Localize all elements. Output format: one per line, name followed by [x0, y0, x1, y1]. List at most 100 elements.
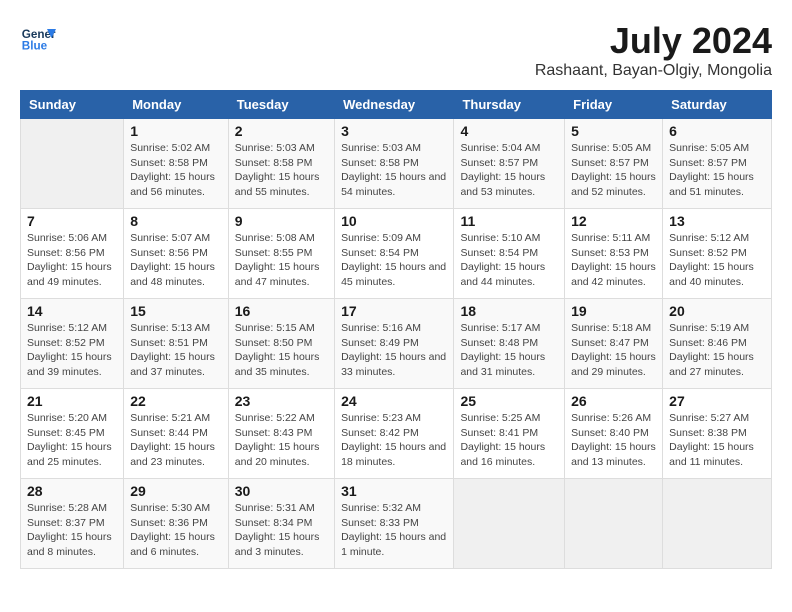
- cell-content: Sunrise: 5:08 AMSunset: 8:55 PMDaylight:…: [235, 231, 328, 290]
- calendar-cell: 5 Sunrise: 5:05 AMSunset: 8:57 PMDaylight…: [565, 119, 663, 209]
- day-number: 9: [235, 213, 328, 229]
- cell-content: Sunrise: 5:27 AMSunset: 8:38 PMDaylight:…: [669, 411, 765, 470]
- col-header-sunday: Sunday: [21, 91, 124, 119]
- calendar-cell: 6Sunrise: 5:05 AMSunset: 8:57 PMDaylight…: [663, 119, 772, 209]
- cell-content: Sunrise: 5:18 AMSunset: 8:47 PMDaylight:…: [571, 321, 656, 380]
- day-number: 18: [460, 303, 558, 319]
- calendar-table: SundayMondayTuesdayWednesdayThursdayFrid…: [20, 90, 772, 569]
- day-number: 13: [669, 213, 765, 229]
- calendar-cell: 9 Sunrise: 5:08 AMSunset: 8:55 PMDaylight…: [228, 209, 334, 299]
- day-number: 7: [27, 213, 117, 229]
- calendar-cell: 1 Sunrise: 5:02 AMSunset: 8:58 PMDaylight…: [124, 119, 229, 209]
- day-number: 26: [571, 393, 656, 409]
- calendar-cell: 25 Sunrise: 5:25 AMSunset: 8:41 PMDayligh…: [454, 389, 565, 479]
- day-number: 21: [27, 393, 117, 409]
- day-number: 28: [27, 483, 117, 499]
- cell-content: Sunrise: 5:26 AMSunset: 8:40 PMDaylight:…: [571, 411, 656, 470]
- cell-content: Sunrise: 5:25 AMSunset: 8:41 PMDaylight:…: [460, 411, 558, 470]
- cell-content: Sunrise: 5:15 AMSunset: 8:50 PMDaylight:…: [235, 321, 328, 380]
- day-number: 12: [571, 213, 656, 229]
- day-number: 16: [235, 303, 328, 319]
- cell-content: Sunrise: 5:13 AMSunset: 8:51 PMDaylight:…: [130, 321, 222, 380]
- calendar-cell: 29 Sunrise: 5:30 AMSunset: 8:36 PMDayligh…: [124, 479, 229, 569]
- calendar-cell: 19 Sunrise: 5:18 AMSunset: 8:47 PMDayligh…: [565, 299, 663, 389]
- cell-content: Sunrise: 5:03 AMSunset: 8:58 PMDaylight:…: [235, 141, 328, 200]
- day-number: 22: [130, 393, 222, 409]
- cell-content: Sunrise: 5:09 AMSunset: 8:54 PMDaylight:…: [341, 231, 447, 290]
- calendar-cell: 14Sunrise: 5:12 AMSunset: 8:52 PMDayligh…: [21, 299, 124, 389]
- col-header-monday: Monday: [124, 91, 229, 119]
- day-number: 19: [571, 303, 656, 319]
- cell-content: Sunrise: 5:28 AMSunset: 8:37 PMDaylight:…: [27, 501, 117, 560]
- col-header-wednesday: Wednesday: [335, 91, 454, 119]
- calendar-cell: 20Sunrise: 5:19 AMSunset: 8:46 PMDayligh…: [663, 299, 772, 389]
- calendar-cell: 10 Sunrise: 5:09 AMSunset: 8:54 PMDayligh…: [335, 209, 454, 299]
- calendar-cell: 17 Sunrise: 5:16 AMSunset: 8:49 PMDayligh…: [335, 299, 454, 389]
- week-row-4: 21 Sunrise: 5:20 AMSunset: 8:45 PMDayligh…: [21, 389, 772, 479]
- week-row-1: 1 Sunrise: 5:02 AMSunset: 8:58 PMDaylight…: [21, 119, 772, 209]
- calendar-cell: 7 Sunrise: 5:06 AMSunset: 8:56 PMDaylight…: [21, 209, 124, 299]
- col-header-thursday: Thursday: [454, 91, 565, 119]
- cell-content: Sunrise: 5:12 AMSunset: 8:52 PMDaylight:…: [669, 231, 765, 290]
- calendar-cell: 22 Sunrise: 5:21 AMSunset: 8:44 PMDayligh…: [124, 389, 229, 479]
- calendar-cell: 11 Sunrise: 5:10 AMSunset: 8:54 PMDayligh…: [454, 209, 565, 299]
- cell-content: Sunrise: 5:32 AMSunset: 8:33 PMDaylight:…: [341, 501, 447, 560]
- calendar-cell: 3Sunrise: 5:03 AMSunset: 8:58 PMDaylight…: [335, 119, 454, 209]
- day-number: 10: [341, 213, 447, 229]
- day-number: 17: [341, 303, 447, 319]
- week-row-5: 28 Sunrise: 5:28 AMSunset: 8:37 PMDayligh…: [21, 479, 772, 569]
- day-number: 3: [341, 123, 447, 139]
- cell-content: Sunrise: 5:17 AMSunset: 8:48 PMDaylight:…: [460, 321, 558, 380]
- cell-content: Sunrise: 5:20 AMSunset: 8:45 PMDaylight:…: [27, 411, 117, 470]
- day-number: 11: [460, 213, 558, 229]
- location: Rashaant, Bayan-Olgiy, Mongolia: [535, 62, 772, 80]
- calendar-cell: 26 Sunrise: 5:26 AMSunset: 8:40 PMDayligh…: [565, 389, 663, 479]
- calendar-cell: 15 Sunrise: 5:13 AMSunset: 8:51 PMDayligh…: [124, 299, 229, 389]
- cell-content: Sunrise: 5:05 AMSunset: 8:57 PMDaylight:…: [571, 141, 656, 200]
- day-number: 29: [130, 483, 222, 499]
- page-header: General Blue July 2024 Rashaant, Bayan-O…: [20, 20, 772, 80]
- cell-content: Sunrise: 5:04 AMSunset: 8:57 PMDaylight:…: [460, 141, 558, 200]
- cell-content: Sunrise: 5:06 AMSunset: 8:56 PMDaylight:…: [27, 231, 117, 290]
- calendar-cell: 4 Sunrise: 5:04 AMSunset: 8:57 PMDaylight…: [454, 119, 565, 209]
- calendar-cell: [663, 479, 772, 569]
- day-number: 5: [571, 123, 656, 139]
- day-number: 25: [460, 393, 558, 409]
- cell-content: Sunrise: 5:10 AMSunset: 8:54 PMDaylight:…: [460, 231, 558, 290]
- cell-content: Sunrise: 5:02 AMSunset: 8:58 PMDaylight:…: [130, 141, 222, 200]
- calendar-cell: 31 Sunrise: 5:32 AMSunset: 8:33 PMDayligh…: [335, 479, 454, 569]
- day-number: 14: [27, 303, 117, 319]
- calendar-cell: 8Sunrise: 5:07 AMSunset: 8:56 PMDaylight…: [124, 209, 229, 299]
- cell-content: Sunrise: 5:16 AMSunset: 8:49 PMDaylight:…: [341, 321, 447, 380]
- calendar-cell: [21, 119, 124, 209]
- calendar-cell: 23 Sunrise: 5:22 AMSunset: 8:43 PMDayligh…: [228, 389, 334, 479]
- day-number: 4: [460, 123, 558, 139]
- cell-content: Sunrise: 5:11 AMSunset: 8:53 PMDaylight:…: [571, 231, 656, 290]
- cell-content: Sunrise: 5:05 AMSunset: 8:57 PMDaylight:…: [669, 141, 765, 200]
- day-number: 2: [235, 123, 328, 139]
- calendar-cell: 21 Sunrise: 5:20 AMSunset: 8:45 PMDayligh…: [21, 389, 124, 479]
- day-number: 27: [669, 393, 765, 409]
- svg-text:Blue: Blue: [22, 40, 48, 53]
- logo: General Blue: [20, 20, 56, 56]
- day-number: 31: [341, 483, 447, 499]
- calendar-cell: 27 Sunrise: 5:27 AMSunset: 8:38 PMDayligh…: [663, 389, 772, 479]
- calendar-cell: 24Sunrise: 5:23 AMSunset: 8:42 PMDayligh…: [335, 389, 454, 479]
- col-header-friday: Friday: [565, 91, 663, 119]
- cell-content: Sunrise: 5:30 AMSunset: 8:36 PMDaylight:…: [130, 501, 222, 560]
- calendar-header-row: SundayMondayTuesdayWednesdayThursdayFrid…: [21, 91, 772, 119]
- calendar-cell: 13 Sunrise: 5:12 AMSunset: 8:52 PMDayligh…: [663, 209, 772, 299]
- day-number: 15: [130, 303, 222, 319]
- calendar-cell: 16 Sunrise: 5:15 AMSunset: 8:50 PMDayligh…: [228, 299, 334, 389]
- logo-icon: General Blue: [20, 20, 56, 56]
- cell-content: Sunrise: 5:22 AMSunset: 8:43 PMDaylight:…: [235, 411, 328, 470]
- day-number: 1: [130, 123, 222, 139]
- calendar-cell: 12 Sunrise: 5:11 AMSunset: 8:53 PMDayligh…: [565, 209, 663, 299]
- day-number: 23: [235, 393, 328, 409]
- cell-content: Sunrise: 5:23 AMSunset: 8:42 PMDaylight:…: [341, 411, 447, 470]
- title-block: July 2024 Rashaant, Bayan-Olgiy, Mongoli…: [535, 20, 772, 80]
- cell-content: Sunrise: 5:21 AMSunset: 8:44 PMDaylight:…: [130, 411, 222, 470]
- calendar-cell: 30Sunrise: 5:31 AMSunset: 8:34 PMDayligh…: [228, 479, 334, 569]
- day-number: 30: [235, 483, 328, 499]
- cell-content: Sunrise: 5:07 AMSunset: 8:56 PMDaylight:…: [130, 231, 222, 290]
